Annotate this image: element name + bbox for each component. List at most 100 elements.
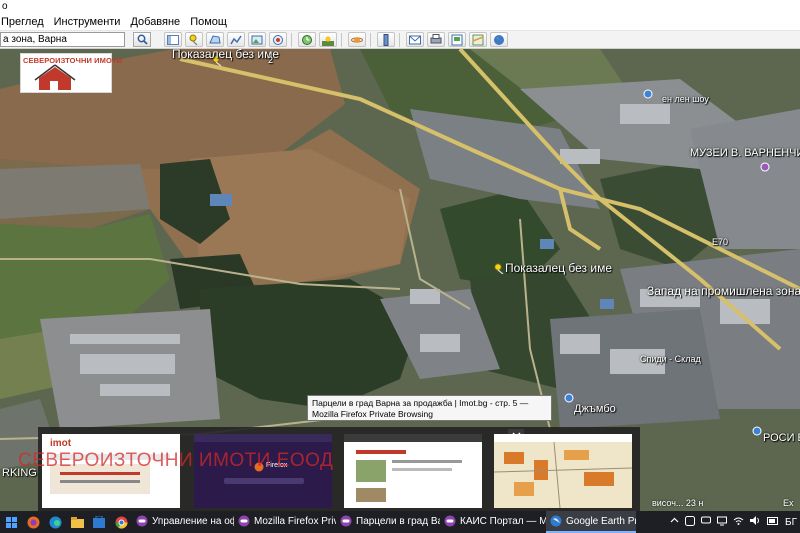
save-image-icon xyxy=(451,34,463,45)
road-label-e70: E70 xyxy=(712,237,729,247)
add-overlay-button[interactable] xyxy=(248,32,266,47)
map-status-text-right: Ex xyxy=(783,498,794,508)
globe-button[interactable] xyxy=(490,32,508,47)
wifi-icon xyxy=(733,517,744,525)
house-icon xyxy=(34,64,76,90)
cadastre-map-preview xyxy=(494,442,632,508)
sidebar-toggle-button[interactable] xyxy=(164,32,182,47)
tray-icon[interactable] xyxy=(730,516,747,528)
window-titlebar: o xyxy=(0,0,800,14)
task-google-earth-pro[interactable]: Google Earth Pro xyxy=(546,511,636,533)
placemark-label-top[interactable]: Показалец без име xyxy=(172,49,279,61)
toolbar-separator xyxy=(341,32,342,47)
toolbar-group-planets xyxy=(348,32,366,47)
tooltip-line-1: Парцели в град Варна за продажба | Imot.… xyxy=(312,398,529,408)
ruler-button[interactable] xyxy=(377,32,395,47)
menu-view[interactable]: Преглед xyxy=(0,16,49,28)
windows-taskbar: Управление на оф... Mozilla Firefox Priv… xyxy=(0,511,800,533)
menu-bar: Преглед Инструменти Добавяне Помощ xyxy=(0,14,800,31)
tooltip-line-2: Mozilla Firefox Private Browsing xyxy=(312,409,433,419)
system-tray: БГ xyxy=(667,511,800,533)
firefox-private-icon xyxy=(136,515,148,527)
taskbar-store[interactable] xyxy=(88,511,110,533)
search-icon xyxy=(137,34,148,45)
placemark-label-center[interactable]: Показалец без име xyxy=(505,261,612,275)
search-button[interactable] xyxy=(133,32,151,47)
thumbnail-kais-portal[interactable] xyxy=(494,434,632,508)
poi-marker-icon[interactable] xyxy=(643,89,653,99)
add-path-button[interactable] xyxy=(227,32,245,47)
poi-marker-icon[interactable] xyxy=(752,426,762,436)
menu-help[interactable]: Помощ xyxy=(185,16,232,28)
tray-chevron-icon xyxy=(670,517,679,523)
map-status-text: височ... 23 н xyxy=(652,498,704,508)
tray-chat-icon xyxy=(701,516,712,523)
clock-icon xyxy=(302,34,312,45)
email-icon xyxy=(409,35,421,44)
toolbar-group-ruler xyxy=(377,32,395,47)
tray-icon[interactable] xyxy=(764,516,782,528)
poi-marker-icon[interactable] xyxy=(564,393,574,403)
tray-language[interactable]: БГ xyxy=(782,517,800,528)
taskbar-chrome[interactable] xyxy=(110,511,132,533)
task-label: Google Earth Pro xyxy=(566,515,636,527)
menu-add[interactable]: Добавяне xyxy=(125,16,185,28)
toolbar: а зона, Варна xyxy=(0,31,800,49)
speaker-icon xyxy=(750,516,760,525)
tray-icon[interactable] xyxy=(698,516,714,529)
print-button[interactable] xyxy=(427,32,445,47)
tray-monitor-icon xyxy=(717,516,728,525)
task-parcels-varna[interactable]: Парцели в град Ва... xyxy=(336,511,440,533)
planets-button[interactable] xyxy=(348,32,366,47)
poi-label-west-zone[interactable]: Запад на промишлена зона xyxy=(647,284,800,298)
taskbar-edge[interactable] xyxy=(44,511,66,533)
firefox-private-icon xyxy=(238,515,250,527)
planet-icon xyxy=(351,36,363,43)
sunlight-button[interactable] xyxy=(319,32,337,47)
tray-icon[interactable] xyxy=(747,516,764,528)
menu-tools[interactable]: Инструменти xyxy=(49,16,126,28)
thumbnail-parcels[interactable] xyxy=(344,434,482,508)
printer-icon xyxy=(430,34,442,44)
record-tour-button[interactable] xyxy=(269,32,287,47)
poi-label-spidi[interactable]: Спиди - Склад xyxy=(640,354,701,364)
placemark-pin-icon[interactable] xyxy=(494,263,505,274)
task-office-management[interactable]: Управление на оф... xyxy=(132,511,234,533)
add-polygon-button[interactable] xyxy=(206,32,224,47)
tray-icon[interactable] xyxy=(667,516,682,528)
ruler-icon xyxy=(383,33,389,46)
task-label: Управление на оф... xyxy=(152,515,234,527)
start-button[interactable] xyxy=(0,511,22,533)
view-in-maps-button[interactable] xyxy=(469,32,487,47)
google-earth-icon xyxy=(550,515,562,527)
taskbar-file-explorer[interactable] xyxy=(66,511,88,533)
email-button[interactable] xyxy=(406,32,424,47)
sun-icon xyxy=(322,35,334,46)
task-kais-portal[interactable]: КАИС Портал — M... xyxy=(440,511,546,533)
firefox-icon xyxy=(27,516,39,528)
save-image-button[interactable] xyxy=(448,32,466,47)
road-label-2: 2 xyxy=(268,55,274,65)
window-title: o xyxy=(2,1,8,12)
search-input[interactable]: а зона, Варна xyxy=(0,32,125,47)
poi-label-rosi[interactable]: РОСИ Е xyxy=(763,432,800,444)
tray-icon[interactable] xyxy=(714,516,730,529)
toolbar-group-view xyxy=(298,32,337,47)
sidebar-icon xyxy=(167,34,179,45)
task-firefox-private[interactable]: Mozilla Firefox Priv... xyxy=(234,511,336,533)
taskbar-firefox[interactable] xyxy=(22,511,44,533)
task-label: Парцели в град Ва... xyxy=(356,515,440,527)
poi-label-museum[interactable]: МУЗЕИ В. ВАРНЕНЧИК xyxy=(690,147,800,159)
poi-label-top-right[interactable]: ен лен шоу xyxy=(662,94,709,104)
poi-marker-icon[interactable] xyxy=(760,162,770,172)
record-tour-icon xyxy=(273,34,283,45)
toolbar-separator xyxy=(291,32,292,47)
poi-label-jumbo[interactable]: Джъмбо xyxy=(574,403,616,415)
add-placemark-button[interactable] xyxy=(185,32,203,47)
toolbar-group-share xyxy=(406,32,508,47)
store-icon xyxy=(93,516,105,528)
historical-imagery-button[interactable] xyxy=(298,32,316,47)
tray-icon[interactable] xyxy=(682,515,698,529)
firefox-private-icon xyxy=(340,515,352,527)
image-overlay-icon xyxy=(251,35,263,44)
